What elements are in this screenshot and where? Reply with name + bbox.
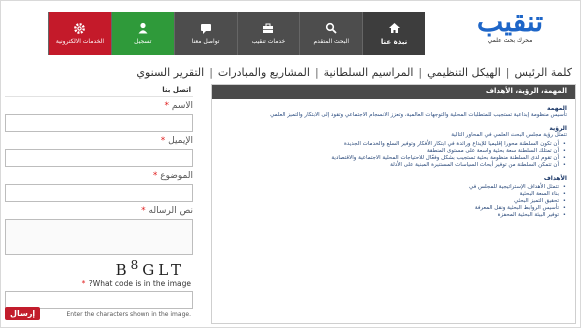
- contact-form: اتصل بنا الاسم * الإيميل * الموضوع * نص …: [5, 86, 193, 326]
- home-icon: [387, 22, 401, 34]
- message-label: نص الرساله *: [141, 206, 193, 216]
- list-item: أن تتمكن السلطنة من توفير أبحاث السياسات…: [220, 162, 566, 169]
- list-item: أن تكون السلطنة محورا إقليميا للإبداع ور…: [220, 141, 566, 148]
- mission-title: المهمة: [547, 105, 567, 112]
- goals-title: الأهداف: [543, 175, 567, 182]
- nav-item-contact[interactable]: تواصل معنا: [173, 12, 237, 55]
- subject-field[interactable]: [5, 184, 193, 202]
- user-icon: [136, 22, 150, 34]
- list-item: تأسيس الروابط البحثية ونقل المعرفة: [220, 205, 566, 212]
- name-field[interactable]: [5, 114, 193, 132]
- mission-text: تأسيس منظومة إبداعية تستجيب للمتطلبات ال…: [270, 112, 567, 118]
- gear-icon: [73, 22, 87, 34]
- list-item: تتمثل الأهداف الإستراتيجية للمجلس في: [220, 184, 566, 191]
- email-label: الإيميل *: [160, 136, 193, 146]
- goals-list: تتمثل الأهداف الإستراتيجية للمجلس في بنا…: [220, 184, 567, 219]
- nav-item-about[interactable]: نبذة عنا: [362, 12, 425, 55]
- list-item: تحقيق التميز البحثي: [220, 198, 566, 205]
- vision-title: الرؤية: [549, 125, 567, 132]
- list-item: أن تمتلك السلطنة سعة بحثية واسعة على مست…: [220, 148, 566, 155]
- vision-list: أن تكون السلطنة محورا إقليميا للإبداع ور…: [220, 141, 567, 169]
- nav-item-advanced-search[interactable]: البحث المتقدم: [299, 12, 362, 55]
- menu-item-annual-report[interactable]: التقرير السنوي: [133, 66, 207, 79]
- menu-separator: |: [314, 65, 319, 79]
- message-field[interactable]: [5, 219, 193, 255]
- briefcase-icon: [261, 22, 275, 34]
- content-panel: المهمة، الرؤية، الأهداف المهمة تأسيس منظ…: [211, 84, 576, 324]
- logo-wordmark: تنقيب: [476, 5, 545, 38]
- panel-title: المهمة، الرؤية، الأهداف: [212, 85, 575, 99]
- logo-tagline: محرك بحث علمي: [487, 37, 533, 44]
- top-navigation: نبذة عنا البحث المتقدم خدمات تنقيب تواصل…: [48, 12, 425, 55]
- contact-title: اتصل بنا: [5, 86, 193, 97]
- vision-intro: تتمثل رؤية مجلس البحث العلمي في المحاور …: [451, 132, 567, 138]
- nav-item-services[interactable]: خدمات تنقيب: [236, 12, 300, 55]
- menu-item-president-word[interactable]: كلمة الرئيس: [511, 66, 575, 79]
- nav-item-e-services[interactable]: الخدمات الالكترونية: [48, 12, 111, 55]
- list-item: توفير البيئة البحثية المحفزة: [220, 212, 566, 219]
- captcha-image: B8GLT: [115, 258, 185, 279]
- section-menu: كلمة الرئيس | الهيكل التنظيمي | المراسيم…: [136, 62, 575, 82]
- chat-icon: [199, 22, 213, 34]
- name-label: الاسم *: [164, 101, 193, 111]
- subject-label: الموضوع *: [152, 171, 193, 181]
- menu-separator: |: [209, 65, 213, 79]
- site-logo[interactable]: تنقيب محرك بحث علمي: [460, 8, 560, 48]
- nav-item-register[interactable]: تسجيل: [110, 12, 174, 55]
- menu-item-projects[interactable]: المشاريع والمبادرات: [215, 66, 313, 79]
- search-icon: [324, 22, 338, 34]
- send-button[interactable]: إرسال: [5, 307, 41, 320]
- captcha-question: * ?What code is in the image: [81, 279, 191, 288]
- list-item: أن تقوم لدى السلطنة منظومة بحثية تستجيب …: [220, 155, 566, 162]
- list-item: بناء السعة البحثية: [220, 191, 566, 198]
- menu-separator: |: [418, 65, 423, 79]
- menu-item-org-structure[interactable]: الهيكل التنظيمي: [424, 66, 504, 79]
- menu-separator: |: [505, 65, 510, 79]
- panel-body: المهمة تأسيس منظومة إبداعية تستجيب للمتط…: [212, 99, 575, 219]
- email-field[interactable]: [5, 149, 193, 167]
- menu-item-royal-decrees[interactable]: المراسيم السلطانية: [321, 66, 417, 79]
